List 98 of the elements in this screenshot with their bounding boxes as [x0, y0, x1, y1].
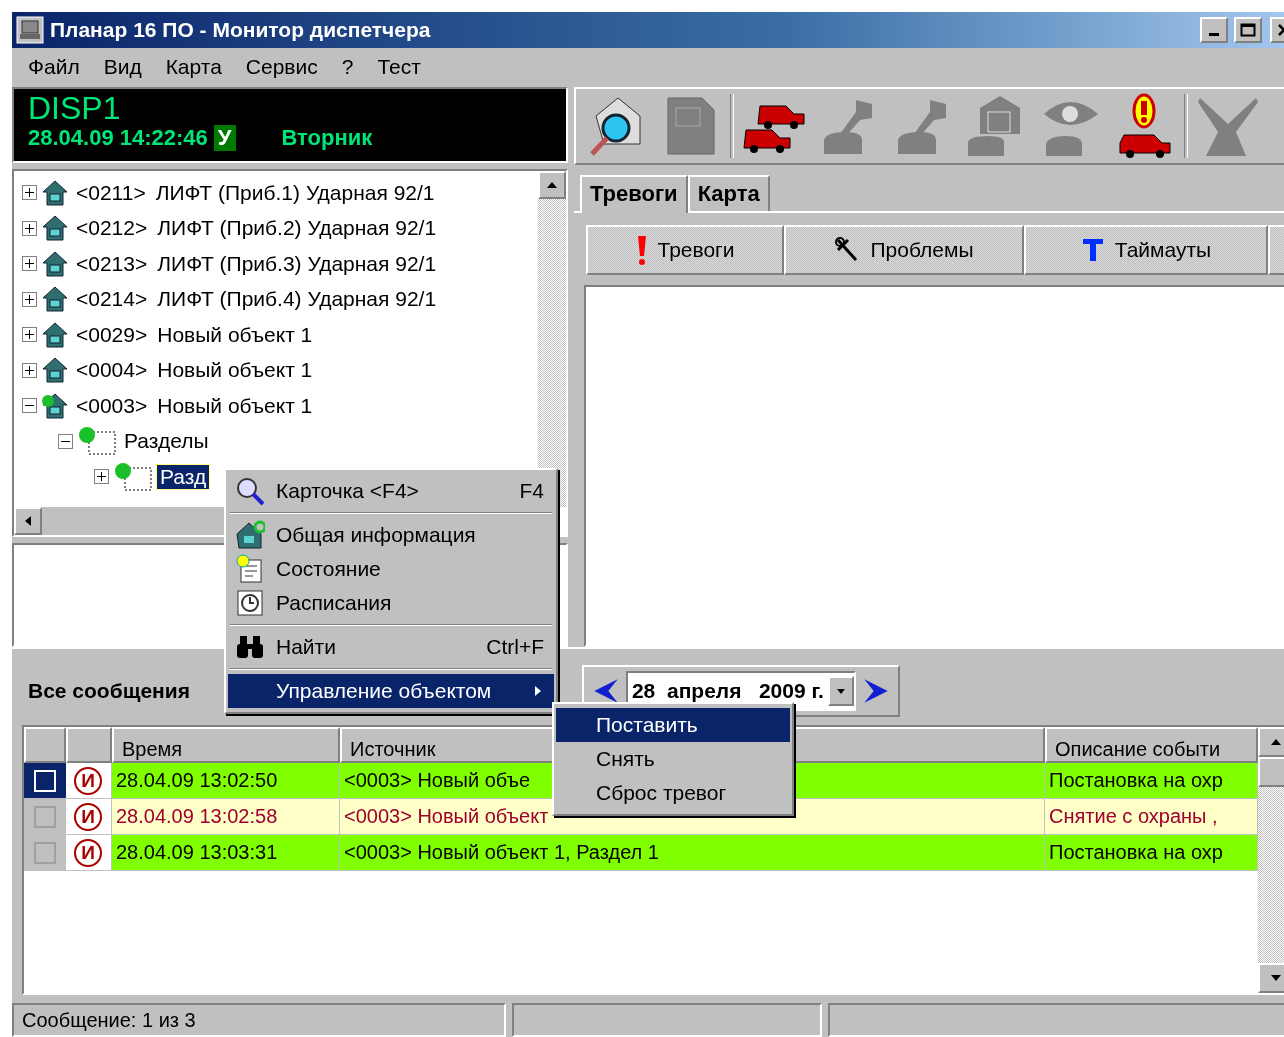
- station-name: DISP1: [28, 90, 122, 125]
- status-text: Сообщение: 1 из 3: [12, 1003, 506, 1037]
- menu-item[interactable]: Найти Ctrl+F: [228, 630, 554, 664]
- scroll-thumb[interactable]: [1258, 757, 1284, 787]
- expand-icon[interactable]: [22, 327, 37, 343]
- expand-icon[interactable]: [22, 185, 37, 201]
- menu-item[interactable]: Карточка <F4> F4: [228, 474, 554, 508]
- tree-item[interactable]: Разд: [157, 464, 210, 489]
- object-code: <0003>: [75, 393, 149, 418]
- mode-badge: У: [213, 124, 236, 151]
- search-icon: [235, 476, 265, 506]
- app-icon: [16, 15, 44, 44]
- menu-item[interactable]: Расписания: [228, 586, 554, 620]
- house-icon: [41, 214, 69, 243]
- source-cell: <0003> Новый объект 1, Раздел 1: [340, 835, 1045, 871]
- tab[interactable]: Тревоги: [580, 174, 688, 213]
- house-icon: [41, 320, 69, 349]
- object-code: <0029>: [75, 322, 149, 347]
- object-code: <0213>: [75, 251, 149, 276]
- row-selector[interactable]: [24, 763, 66, 799]
- status-ball-icon: [113, 461, 153, 492]
- menu-item[interactable]: Сервис: [233, 55, 330, 80]
- column-header[interactable]: Описание событи: [1055, 738, 1221, 761]
- tab[interactable]: Карта: [687, 174, 770, 211]
- alert-tab-label[interactable]: Тревоги: [657, 237, 735, 262]
- tree-item[interactable]: Новый объект 1: [154, 393, 316, 418]
- document-icon: [235, 554, 265, 584]
- expand-icon[interactable]: [22, 291, 37, 307]
- menu-item[interactable]: Тест: [365, 55, 433, 80]
- shortcut: F4: [519, 479, 544, 503]
- house-icon: [41, 178, 69, 207]
- house-icon: [41, 249, 69, 278]
- expand-icon[interactable]: [22, 220, 37, 236]
- object-code: <0212>: [75, 216, 149, 241]
- scroll-down-button[interactable]: [1258, 963, 1284, 993]
- alert-tab[interactable]: Таймауты: [1024, 224, 1268, 275]
- menu-item[interactable]: ?: [329, 55, 366, 80]
- time-cell: 28.04.09 13:02:58: [112, 799, 340, 835]
- clock-icon: [235, 588, 265, 618]
- event-badge: И: [74, 838, 102, 867]
- alarm-car-icon[interactable]: [1116, 92, 1172, 159]
- tree-item[interactable]: ЛИФТ (Приб.3) Ударная 92/1: [154, 251, 440, 276]
- time-cell: 28.04.09 13:02:50: [112, 763, 340, 799]
- time-cell: 28.04.09 13:03:31: [112, 835, 340, 871]
- expand-icon[interactable]: [94, 469, 109, 485]
- collapse-icon[interactable]: [22, 398, 37, 414]
- maximize-icon: [1240, 22, 1256, 37]
- description-cell: Постановка на охр: [1045, 835, 1258, 871]
- tree-item[interactable]: ЛИФТ (Приб.2) Ударная 92/1: [154, 216, 440, 241]
- tree-item[interactable]: ЛИФТ (Приб.1) Ударная 92/1: [152, 180, 438, 205]
- scroll-up-button[interactable]: [1258, 727, 1284, 757]
- tree-item[interactable]: Разделы: [121, 429, 212, 454]
- house-icon: [41, 285, 69, 314]
- house-icon: [41, 356, 69, 385]
- minimize-icon: [1209, 33, 1219, 37]
- alert-tab[interactable]: Тревоги: [586, 224, 784, 275]
- menu-item[interactable]: Поставить: [556, 708, 790, 742]
- expand-icon[interactable]: [22, 256, 37, 272]
- tree-item[interactable]: Новый объект 1: [154, 322, 316, 347]
- event-badge: И: [74, 766, 102, 795]
- window-title: Планар 16 ПО - Монитор диспетчера: [50, 17, 432, 42]
- row-checkbox[interactable]: [34, 841, 56, 864]
- object-code: <0211>: [75, 180, 147, 205]
- t-letter-icon: [1080, 236, 1105, 263]
- minimize-button[interactable]: [1200, 16, 1228, 43]
- menu-item[interactable]: Вид: [91, 55, 154, 80]
- status-ball-icon: [77, 426, 117, 457]
- event-badge: И: [74, 802, 102, 831]
- column-header[interactable]: Источник: [350, 738, 436, 761]
- shortcut: Ctrl+F: [486, 635, 544, 659]
- object-code: <0004>: [75, 358, 149, 383]
- maximize-button[interactable]: [1234, 16, 1262, 43]
- description-cell: Постановка на охр: [1045, 763, 1258, 799]
- alert-tab[interactable]: Проблемы: [784, 224, 1024, 275]
- menu-item[interactable]: Общая информация: [228, 518, 554, 552]
- object-code: <0214>: [75, 287, 149, 312]
- house-icon: [41, 391, 69, 420]
- alert-tab-label[interactable]: Таймауты: [1114, 237, 1212, 262]
- menu-item[interactable]: Состояние: [228, 552, 554, 586]
- exclamation-icon: [635, 233, 648, 266]
- menu-item[interactable]: Карта: [153, 55, 234, 80]
- menu-item[interactable]: Файл: [16, 55, 92, 80]
- row-checkbox[interactable]: [34, 805, 56, 828]
- tree-item[interactable]: Новый объект 1: [154, 358, 316, 383]
- dropdown-button[interactable]: [827, 676, 854, 706]
- menu-item[interactable]: Управление объектом: [228, 674, 554, 708]
- scroll-up-button[interactable]: [538, 170, 566, 199]
- description-cell: Снятие с охраны ,: [1045, 799, 1258, 835]
- date-time: 28.04.09 14:22:46: [28, 124, 208, 151]
- tree-item[interactable]: ЛИФТ (Приб.4) Ударная 92/1: [154, 287, 440, 312]
- house-info-icon: [235, 520, 265, 550]
- expand-icon[interactable]: [22, 362, 37, 378]
- collapse-icon[interactable]: [58, 433, 73, 449]
- column-header[interactable]: Время: [122, 738, 183, 761]
- scroll-left-button[interactable]: [14, 506, 42, 535]
- alert-tab-label[interactable]: Проблемы: [870, 237, 974, 262]
- weekday: Вторник: [281, 124, 373, 151]
- messages-title: Все сообщения: [28, 679, 190, 703]
